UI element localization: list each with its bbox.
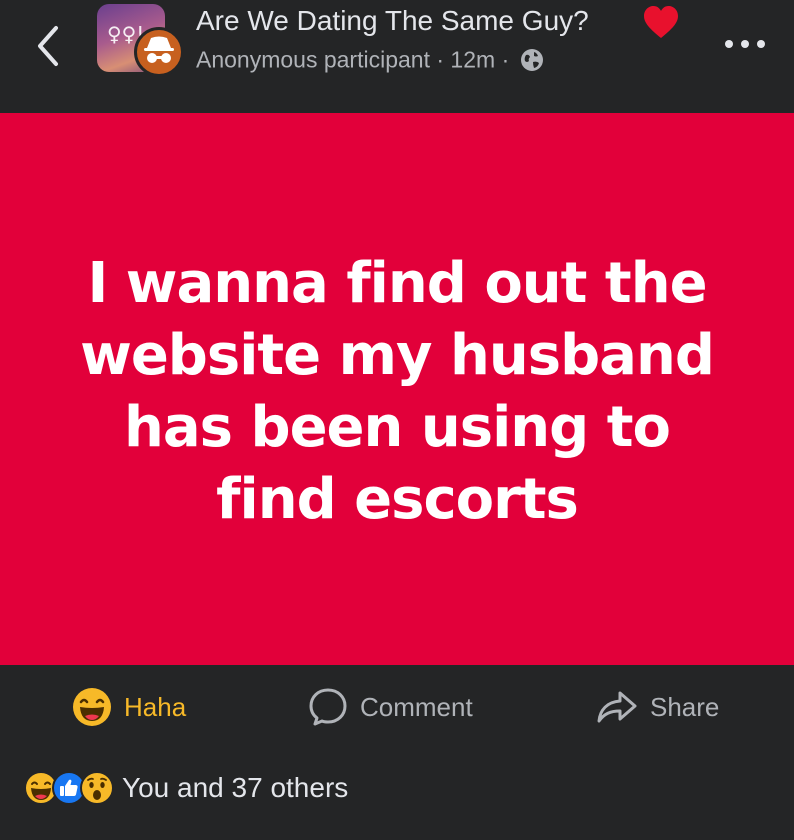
post-text: I wanna find out the website my husband … bbox=[80, 251, 715, 532]
separator: · bbox=[501, 46, 510, 73]
group-name[interactable]: Are We Dating The Same Guy? bbox=[196, 5, 589, 37]
chevron-left-icon[interactable] bbox=[28, 22, 68, 70]
separator: · bbox=[436, 46, 445, 73]
comment-icon bbox=[309, 688, 347, 726]
incognito-icon bbox=[144, 36, 174, 63]
author-name[interactable]: Anonymous participant bbox=[196, 46, 430, 72]
post-meta: Anonymous participant · 12m · bbox=[196, 45, 544, 73]
globe-icon bbox=[520, 48, 543, 71]
post-header: ♀♀! Are We Dating The Same Guy? Anonymou… bbox=[0, 0, 794, 113]
reaction-count-text: You and 37 others bbox=[122, 772, 349, 803]
post-content: I wanna find out the website my husband … bbox=[0, 113, 794, 665]
more-horizontal-icon[interactable] bbox=[722, 34, 768, 54]
share-icon bbox=[597, 691, 637, 723]
haha-button[interactable]: Haha bbox=[72, 687, 186, 727]
haha-label: Haha bbox=[124, 691, 187, 722]
wow-icon bbox=[80, 771, 114, 805]
comment-label: Comment bbox=[360, 691, 473, 722]
post-time[interactable]: 12m bbox=[450, 46, 495, 72]
red-heart-icon bbox=[644, 6, 678, 38]
anonymous-avatar bbox=[134, 27, 184, 77]
share-label: Share bbox=[650, 691, 720, 722]
comment-button[interactable]: Comment bbox=[308, 687, 473, 727]
reactions-summary[interactable]: You and 37 others bbox=[24, 765, 348, 811]
haha-icon bbox=[73, 688, 111, 726]
action-bar: Haha Comment Share bbox=[0, 665, 794, 750]
share-button[interactable]: Share bbox=[596, 687, 719, 727]
